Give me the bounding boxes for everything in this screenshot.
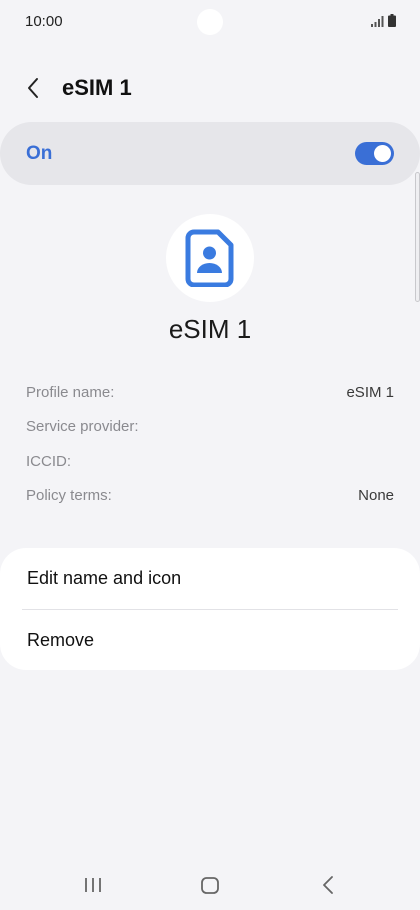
esim-toggle-switch[interactable] (355, 142, 394, 165)
header: eSIM 1 (0, 62, 420, 114)
battery-icon (388, 14, 396, 27)
remove-button[interactable]: Remove (0, 610, 420, 671)
status-icons (371, 14, 396, 27)
info-label: Profile name: (26, 384, 115, 401)
info-row-service-provider: Service provider: (26, 418, 394, 442)
sim-avatar (166, 214, 254, 302)
home-button[interactable] (190, 870, 230, 900)
page-title: eSIM 1 (62, 75, 132, 100)
info-row-iccid: ICCID: (26, 453, 394, 477)
info-label: Policy terms: (26, 487, 112, 504)
info-row-profile-name: Profile name: eSIM 1 (26, 384, 394, 408)
sim-name: eSIM 1 (168, 314, 252, 344)
status-bar: 10:00 (0, 0, 420, 44)
actions-card: Edit name and icon Remove (0, 548, 420, 670)
signal-bars-icon (371, 16, 384, 27)
scrollbar[interactable] (415, 172, 420, 302)
nav-back-button[interactable] (308, 870, 348, 900)
navigation-bar (0, 860, 420, 910)
home-icon (201, 876, 219, 894)
esim-toggle-row[interactable]: On (0, 122, 420, 185)
back-button[interactable] (18, 72, 50, 104)
info-label: ICCID: (26, 453, 71, 470)
camera-cutout (197, 9, 223, 35)
info-value: eSIM 1 (346, 384, 394, 401)
back-icon (323, 876, 333, 894)
toggle-knob (374, 145, 391, 162)
info-row-policy-terms: Policy terms: None (26, 487, 394, 511)
info-label: Service provider: (26, 418, 139, 435)
info-value: None (358, 487, 394, 504)
toggle-label: On (26, 143, 53, 164)
status-time: 10:00 (25, 13, 63, 30)
sim-card-person-icon (185, 229, 234, 287)
recents-icon (85, 878, 101, 892)
recents-button[interactable] (73, 870, 113, 900)
chevron-left-icon (28, 78, 38, 98)
edit-name-and-icon-button[interactable]: Edit name and icon (0, 548, 420, 609)
